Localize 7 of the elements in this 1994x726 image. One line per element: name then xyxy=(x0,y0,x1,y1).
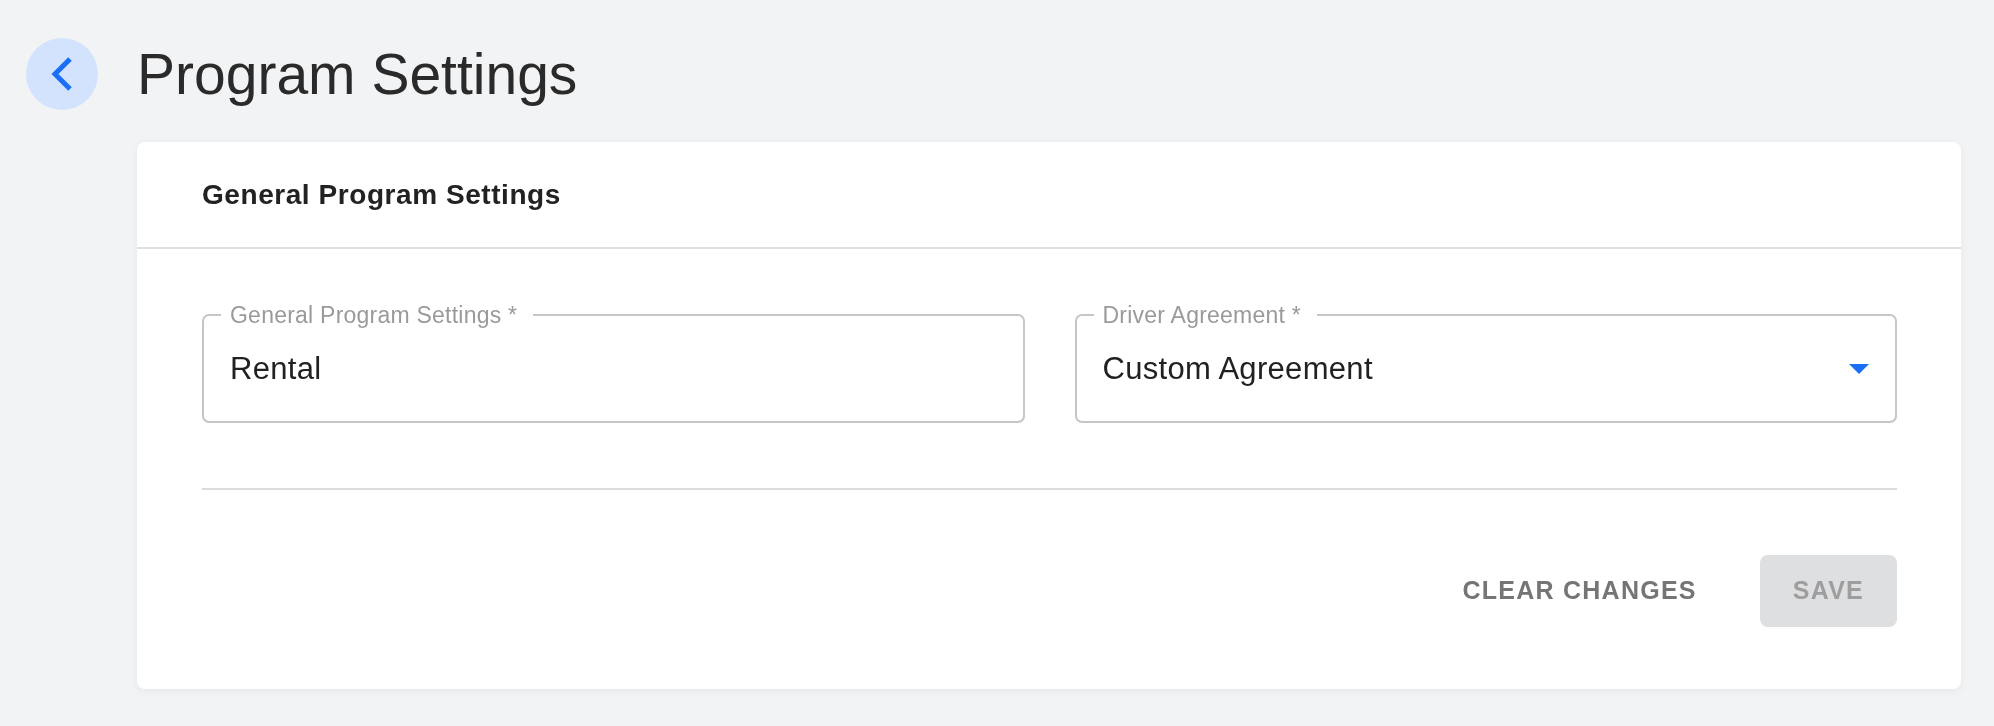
field-label: Driver Agreement * xyxy=(1101,301,1302,329)
card-title: General Program Settings xyxy=(202,177,561,212)
field-label: General Program Settings * xyxy=(229,301,519,329)
chevron-left-icon xyxy=(51,56,73,92)
caret-down-icon xyxy=(1849,364,1869,374)
text-button[interactable]: CLEAR CHANGES xyxy=(1446,555,1713,627)
page-title: Program Settings xyxy=(137,41,578,108)
